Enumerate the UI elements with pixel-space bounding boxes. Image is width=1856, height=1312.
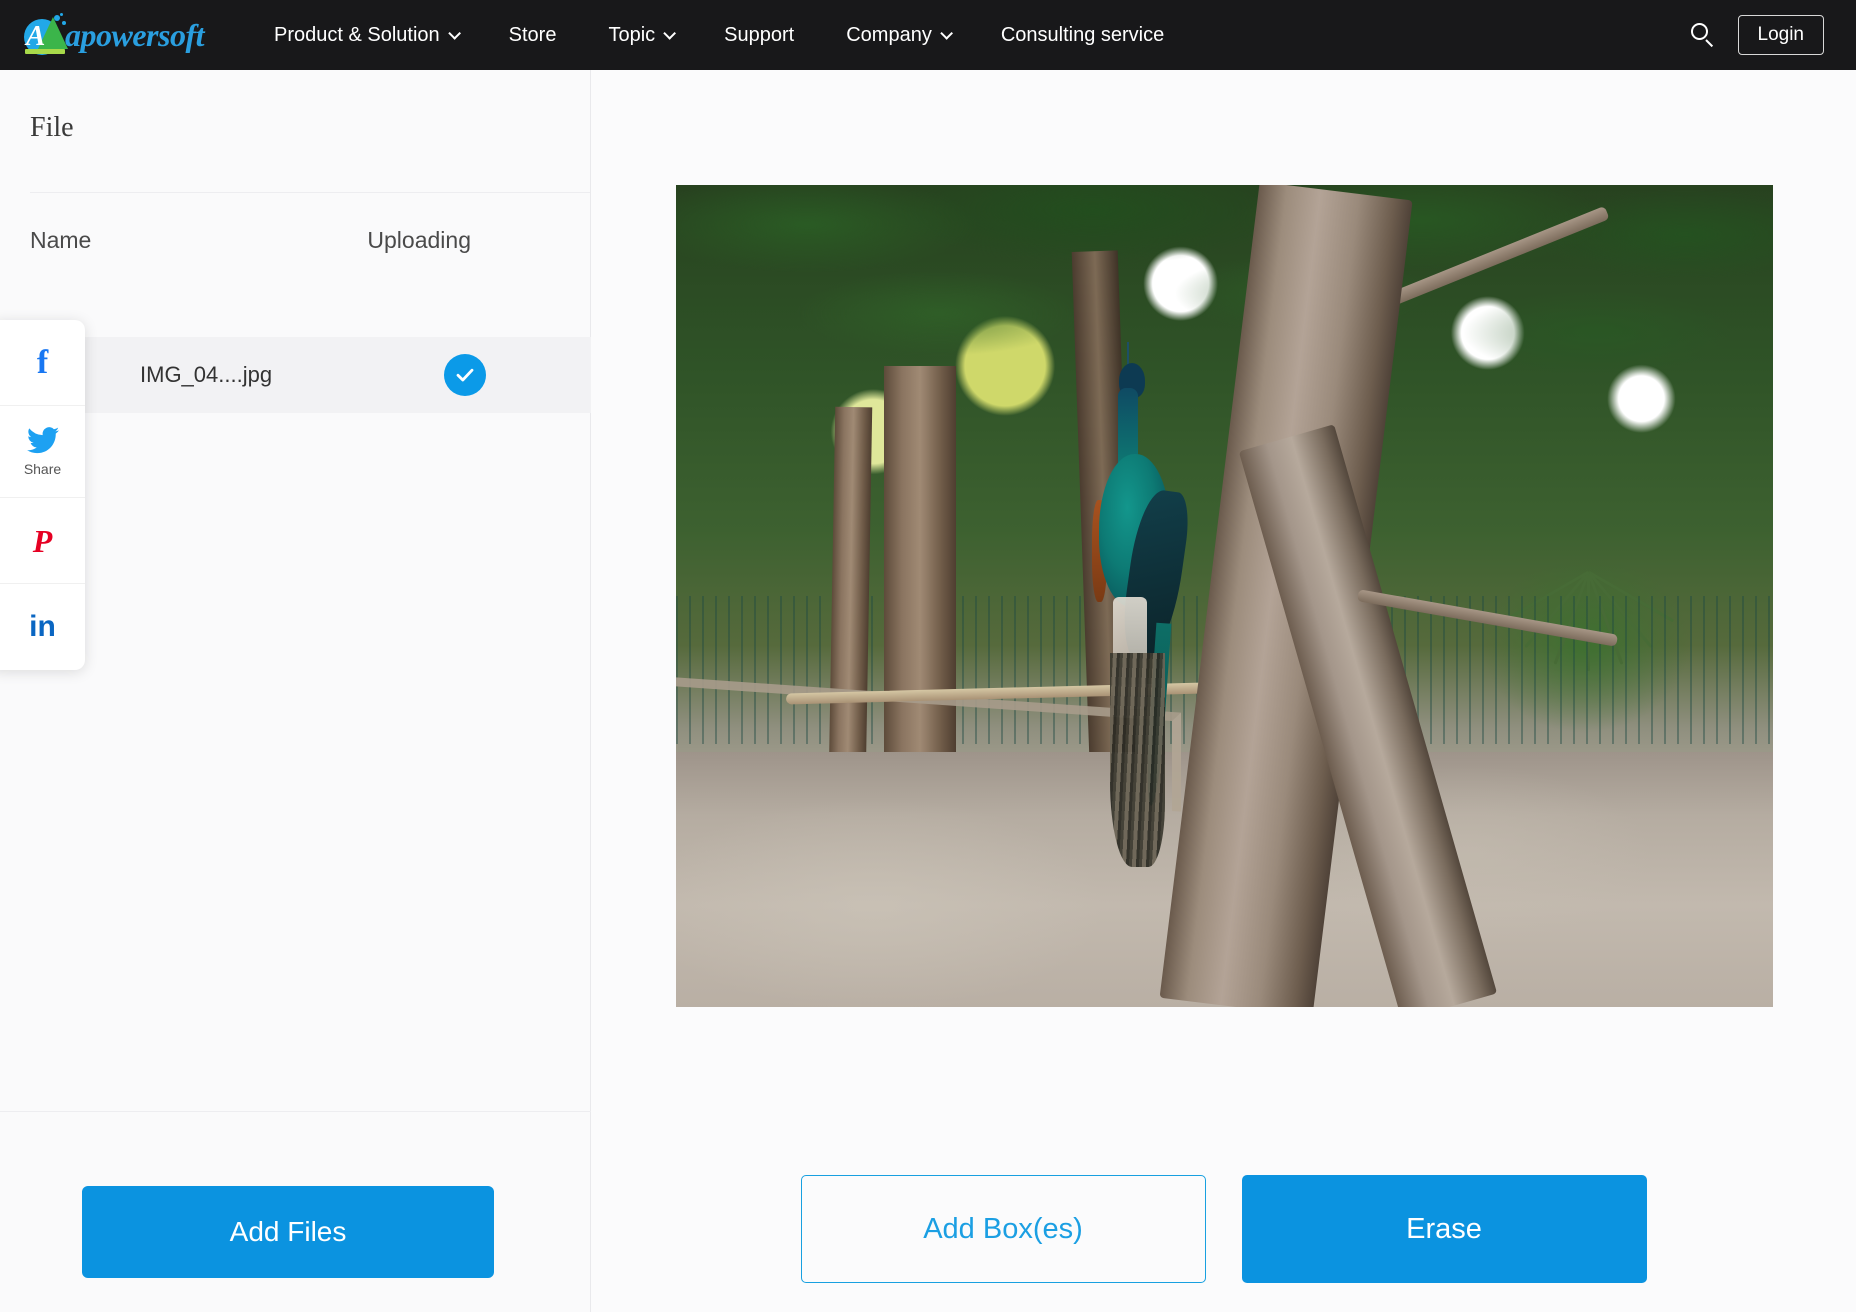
share-label: Share — [23, 460, 62, 477]
linkedin-icon: in — [29, 610, 56, 643]
divider-bottom — [0, 1111, 591, 1112]
nav-label: Support — [724, 23, 795, 46]
nav-item-topic[interactable]: Topic — [582, 0, 698, 70]
nav-item-product-solution[interactable]: Product & Solution — [248, 0, 483, 70]
brand-name: apowersoft — [65, 16, 205, 53]
chevron-down-icon — [663, 26, 677, 40]
nav-item-consulting-service[interactable]: Consulting service — [975, 0, 1190, 70]
erase-button[interactable]: Erase — [1241, 1175, 1647, 1283]
file-sidebar: File Name Uploading IMG_04....jpg Add Fi… — [0, 70, 591, 1312]
file-name-cell: IMG_04....jpg — [140, 362, 273, 387]
chevron-down-icon — [940, 26, 953, 40]
nav-item-store[interactable]: Store — [483, 0, 583, 70]
facebook-icon: f — [36, 343, 49, 381]
login-button[interactable]: Login — [1737, 15, 1824, 55]
share-pinterest-button[interactable]: P — [0, 498, 85, 584]
primary-nav: Product & Solution Store Topic Support C… — [248, 0, 1190, 70]
nav-label: Consulting service — [1000, 23, 1165, 46]
column-header-uploading: Uploading — [367, 227, 471, 253]
twitter-bird-icon — [26, 426, 59, 459]
chevron-down-icon — [447, 26, 461, 40]
column-header-name: Name — [30, 227, 92, 253]
editor-main-panel: C × Add Box(es) Erase — [591, 70, 1856, 1312]
share-facebook-button[interactable]: f — [0, 320, 85, 406]
nav-label: Store — [508, 23, 557, 46]
divider-top — [30, 192, 590, 193]
add-boxes-button[interactable]: Add Box(es) — [800, 1175, 1206, 1283]
nav-label: Product & Solution — [274, 23, 440, 46]
check-circle-icon — [444, 354, 486, 396]
share-linkedin-button[interactable]: in — [0, 584, 85, 670]
apowersoft-logo-icon: A — [22, 13, 68, 57]
nav-item-company[interactable]: Company — [820, 0, 975, 70]
share-twitter-button[interactable]: Share — [0, 406, 85, 498]
add-files-button[interactable]: Add Files — [82, 1186, 494, 1278]
search-icon[interactable] — [1690, 22, 1716, 48]
brand-logo[interactable]: A apowersoft — [22, 13, 205, 57]
page-body: File Name Uploading IMG_04....jpg Add Fi… — [0, 70, 1856, 1312]
table-row[interactable]: IMG_04....jpg — [0, 337, 591, 413]
nav-item-support[interactable]: Support — [698, 0, 820, 70]
page-title: File — [30, 112, 74, 143]
file-table-header: Name Uploading — [0, 215, 591, 277]
image-preview[interactable]: C × — [676, 185, 1773, 1007]
editor-action-bar: Add Box(es) Erase — [591, 1175, 1856, 1283]
pinterest-icon: P — [32, 522, 53, 559]
nav-label: Topic — [608, 23, 656, 46]
top-navigation-bar: A apowersoft Product & Solution Store To… — [0, 0, 1856, 70]
nav-label: Company — [846, 23, 932, 46]
social-share-widget: f Share P in — [0, 320, 85, 670]
nav-right-actions: Login — [1690, 15, 1824, 55]
